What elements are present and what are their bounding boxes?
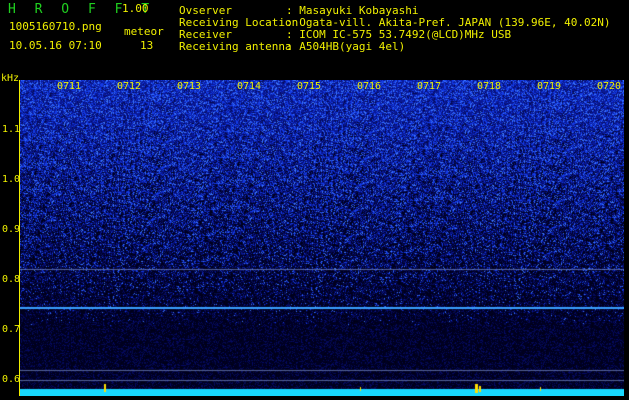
x-tick-label: 0714 [237,81,262,92]
observer-value: : Masayuki Kobayashi [286,4,419,17]
antenna-label: Receiving antenna [179,40,292,53]
antenna-value: : A504HB(yagi 4el) [286,40,406,53]
receiver-label: Receiver [179,28,232,41]
spectrogram-canvas [20,80,624,396]
location-value: : Ogata-vill. Akita-Pref. JAPAN (139.96E… [286,16,611,29]
y-tick-label: 1.0 [2,174,21,185]
location-label: Receiving Location [179,16,299,29]
x-tick-label: 0718 [477,81,502,92]
y-tick-label: 1.1 [2,124,21,135]
x-tick-label: 0716 [357,81,382,92]
file-name: 1005160710.png [9,20,102,33]
y-tick-label: 0.7 [2,324,21,335]
x-tick-label: 0715 [297,81,322,92]
meteor-count: 13 [140,39,154,52]
x-tick-label: 0717 [417,81,442,92]
meteor-label: meteor [124,25,164,38]
y-tick-label: 0.6 [2,374,21,385]
hrofft-window: H R O F F T 1.00 1005160710.png meteor 1… [0,0,629,400]
receiver-value: : ICOM IC-575 53.7492(@LCD)MHz USB [286,28,512,41]
y-tick-label: 0.9 [2,224,21,235]
app-version: 1.00 [122,2,149,15]
x-tick-label: 0712 [117,81,142,92]
x-tick-label: 0720 [597,81,622,92]
x-tick-label: 0711 [57,81,82,92]
y-tick-label: 0.8 [2,274,21,285]
capture-datetime: 10.05.16 07:10 [9,39,102,52]
observer-label: Ovserver [179,4,232,17]
x-tick-label: 0719 [537,81,562,92]
x-tick-label: 0713 [177,81,202,92]
y-axis-unit: kHz [1,73,20,84]
